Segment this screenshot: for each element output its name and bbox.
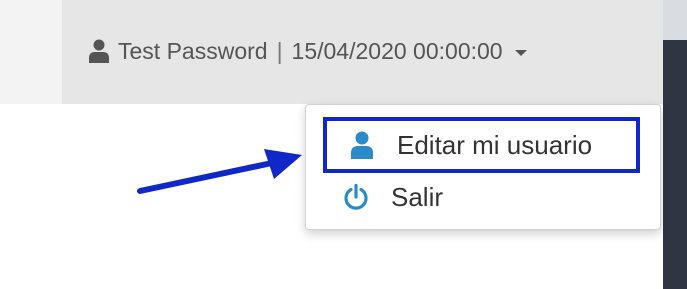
session-datetime: 15/04/2020 00:00:00 — [291, 37, 503, 64]
dark-side-panel — [663, 0, 687, 289]
side-panel-top — [663, 0, 687, 40]
logout-label: Salir — [391, 181, 444, 212]
user-menu-toggle[interactable]: Test Password | 15/04/2020 00:00:00 — [88, 33, 527, 69]
logout-menu-item[interactable]: Salir — [343, 177, 443, 217]
user-icon — [351, 131, 373, 159]
separator: | — [276, 37, 283, 64]
caret-down-icon — [514, 49, 527, 56]
edit-user-label: Editar mi usuario — [397, 129, 593, 160]
edit-user-menu-item[interactable]: Editar mi usuario — [323, 117, 640, 173]
user-name: Test Password — [118, 37, 268, 64]
topbar-left-area — [0, 0, 62, 104]
arrow-icon — [137, 149, 302, 194]
user-dropdown-menu: Editar mi usuario Salir — [305, 104, 661, 230]
user-icon — [89, 39, 109, 63]
power-icon — [344, 183, 368, 210]
